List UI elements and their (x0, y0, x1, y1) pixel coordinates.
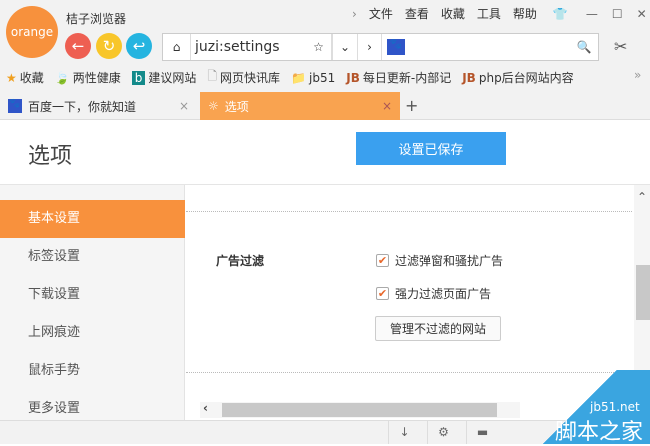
sidebar-item-more[interactable]: 更多设置 (0, 399, 185, 419)
home-icon[interactable]: ⌂ (163, 34, 191, 60)
jb-icon: JB (346, 70, 360, 85)
section-divider (186, 211, 632, 212)
jb-icon: JB (462, 70, 476, 85)
vertical-scroll-thumb[interactable] (636, 265, 650, 320)
bookmark-item[interactable]: JB 每日更新-内部记 (346, 67, 451, 88)
sidebar-list: 基本设置 标签设置 下载设置 上网痕迹 鼠标手势 更多设置 (0, 200, 185, 419)
browser-logo: orange (6, 6, 58, 58)
bookmark-item[interactable]: b 建议网站 (131, 67, 196, 88)
minimize-button[interactable]: — (586, 7, 598, 21)
star-icon: ★ (6, 70, 17, 85)
baidu-icon[interactable]: 🐾 (387, 39, 405, 55)
folder-icon: 📁 (291, 70, 307, 85)
bookmark-item[interactable]: 📁 jb51 (291, 67, 335, 88)
menu-favorites[interactable]: 收藏 (441, 5, 465, 22)
sidebar-item-history[interactable]: 上网痕迹 (0, 314, 185, 352)
maximize-button[interactable]: ☐ (612, 7, 623, 21)
watermark-site: jb51.net (590, 400, 640, 414)
scroll-left-icon[interactable]: ‹ (203, 401, 208, 415)
bookmark-item[interactable]: JB php后台网站内容 (462, 67, 573, 88)
option-strong-filter[interactable]: ✔ 强力过滤页面广告 (376, 285, 491, 302)
sidebar-item-gestures[interactable]: 鼠标手势 (0, 352, 185, 390)
sidebar-item-basic[interactable]: 基本设置 (0, 200, 185, 238)
tab-label: 选项 (224, 99, 249, 114)
page-title: 选项 (28, 144, 73, 169)
sidebar-item-download[interactable]: 下载设置 (0, 276, 185, 314)
menu-file[interactable]: 文件 (369, 5, 393, 22)
option-label: 强力过滤页面广告 (395, 287, 492, 301)
gear-icon: ☼ (208, 99, 219, 113)
bing-icon: b (131, 70, 146, 85)
url-input[interactable]: juzi:settings (191, 39, 306, 55)
close-button[interactable]: ✕ (637, 7, 647, 21)
checkbox[interactable]: ✔ (376, 287, 389, 300)
menu-bar: › 文件 查看 收藏 工具 帮助 👕 — ☐ ✕ (340, 5, 647, 22)
search-icon[interactable]: 🔍 (570, 40, 598, 54)
skin-icon[interactable]: 👕 (553, 7, 568, 21)
bookmark-favorites[interactable]: ★ 收藏 (6, 67, 44, 88)
horizontal-scroll-thumb[interactable] (222, 403, 497, 417)
settings-icon[interactable]: ⚙ (427, 420, 459, 444)
bookmark-item[interactable]: 🍃 两性健康 (55, 67, 121, 88)
option-filter-popups[interactable]: ✔ 过滤弹窗和骚扰广告 (376, 252, 503, 269)
page-icon: 🗋 (207, 69, 218, 83)
refresh-button[interactable]: ↻ (96, 33, 122, 59)
checkbox[interactable]: ✔ (376, 254, 389, 267)
tab-baidu[interactable]: 🐾 百度一下，你就知道 × (0, 92, 197, 120)
tab-label: 百度一下，你就知道 (28, 99, 137, 114)
close-tab-icon[interactable]: × (382, 99, 392, 113)
bookmark-item[interactable]: 🗋 网页快讯库 (207, 67, 280, 88)
download-icon[interactable]: ↓ (388, 420, 420, 444)
menu-view[interactable]: 查看 (405, 5, 429, 22)
watermark-name: 脚本之家 (555, 420, 644, 445)
back-button[interactable]: ← (65, 33, 91, 59)
ad-filter-label: 广告过滤 (216, 254, 265, 268)
option-label: 过滤弹窗和骚扰广告 (395, 254, 504, 268)
menu-tools[interactable]: 工具 (477, 5, 501, 22)
star-icon[interactable]: ☆ (306, 34, 332, 60)
tab-settings[interactable]: ☼ 选项 × (200, 92, 400, 120)
close-tab-icon[interactable]: × (179, 99, 189, 113)
leaf-icon: 🍃 (54, 70, 70, 85)
dropdown-icon[interactable]: ⌄ (332, 34, 358, 60)
app-title: 桔子浏览器 (66, 12, 127, 26)
sidebar-item-tabs[interactable]: 标签设置 (0, 238, 185, 276)
settings-saved-button[interactable]: 设置已保存 (356, 132, 506, 165)
more-bookmarks-icon[interactable]: » (634, 68, 641, 82)
menu-expand-icon[interactable]: › (352, 7, 357, 21)
scissors-icon[interactable]: ✂ (614, 37, 627, 56)
new-tab-button[interactable]: + (405, 96, 418, 115)
forward-icon[interactable]: › (358, 34, 382, 60)
home-return-button[interactable]: ↩ (126, 33, 152, 59)
window-icon[interactable]: ▬ (466, 420, 498, 444)
baidu-icon: 🐾 (8, 99, 22, 113)
manage-whitelist-button[interactable]: 管理不过滤的网站 (375, 316, 501, 341)
menu-help[interactable]: 帮助 (513, 5, 537, 22)
bookmarks-bar: ★ 收藏 🍃 两性健康 b 建议网站 🗋 网页快讯库 📁 jb51 JB 每日更新-内部记 … (6, 67, 574, 88)
scroll-up-icon[interactable]: ⌃ (637, 190, 647, 204)
address-bar: ⌂ juzi:settings ☆ ⌄ › 🐾 🔍 (162, 33, 599, 61)
